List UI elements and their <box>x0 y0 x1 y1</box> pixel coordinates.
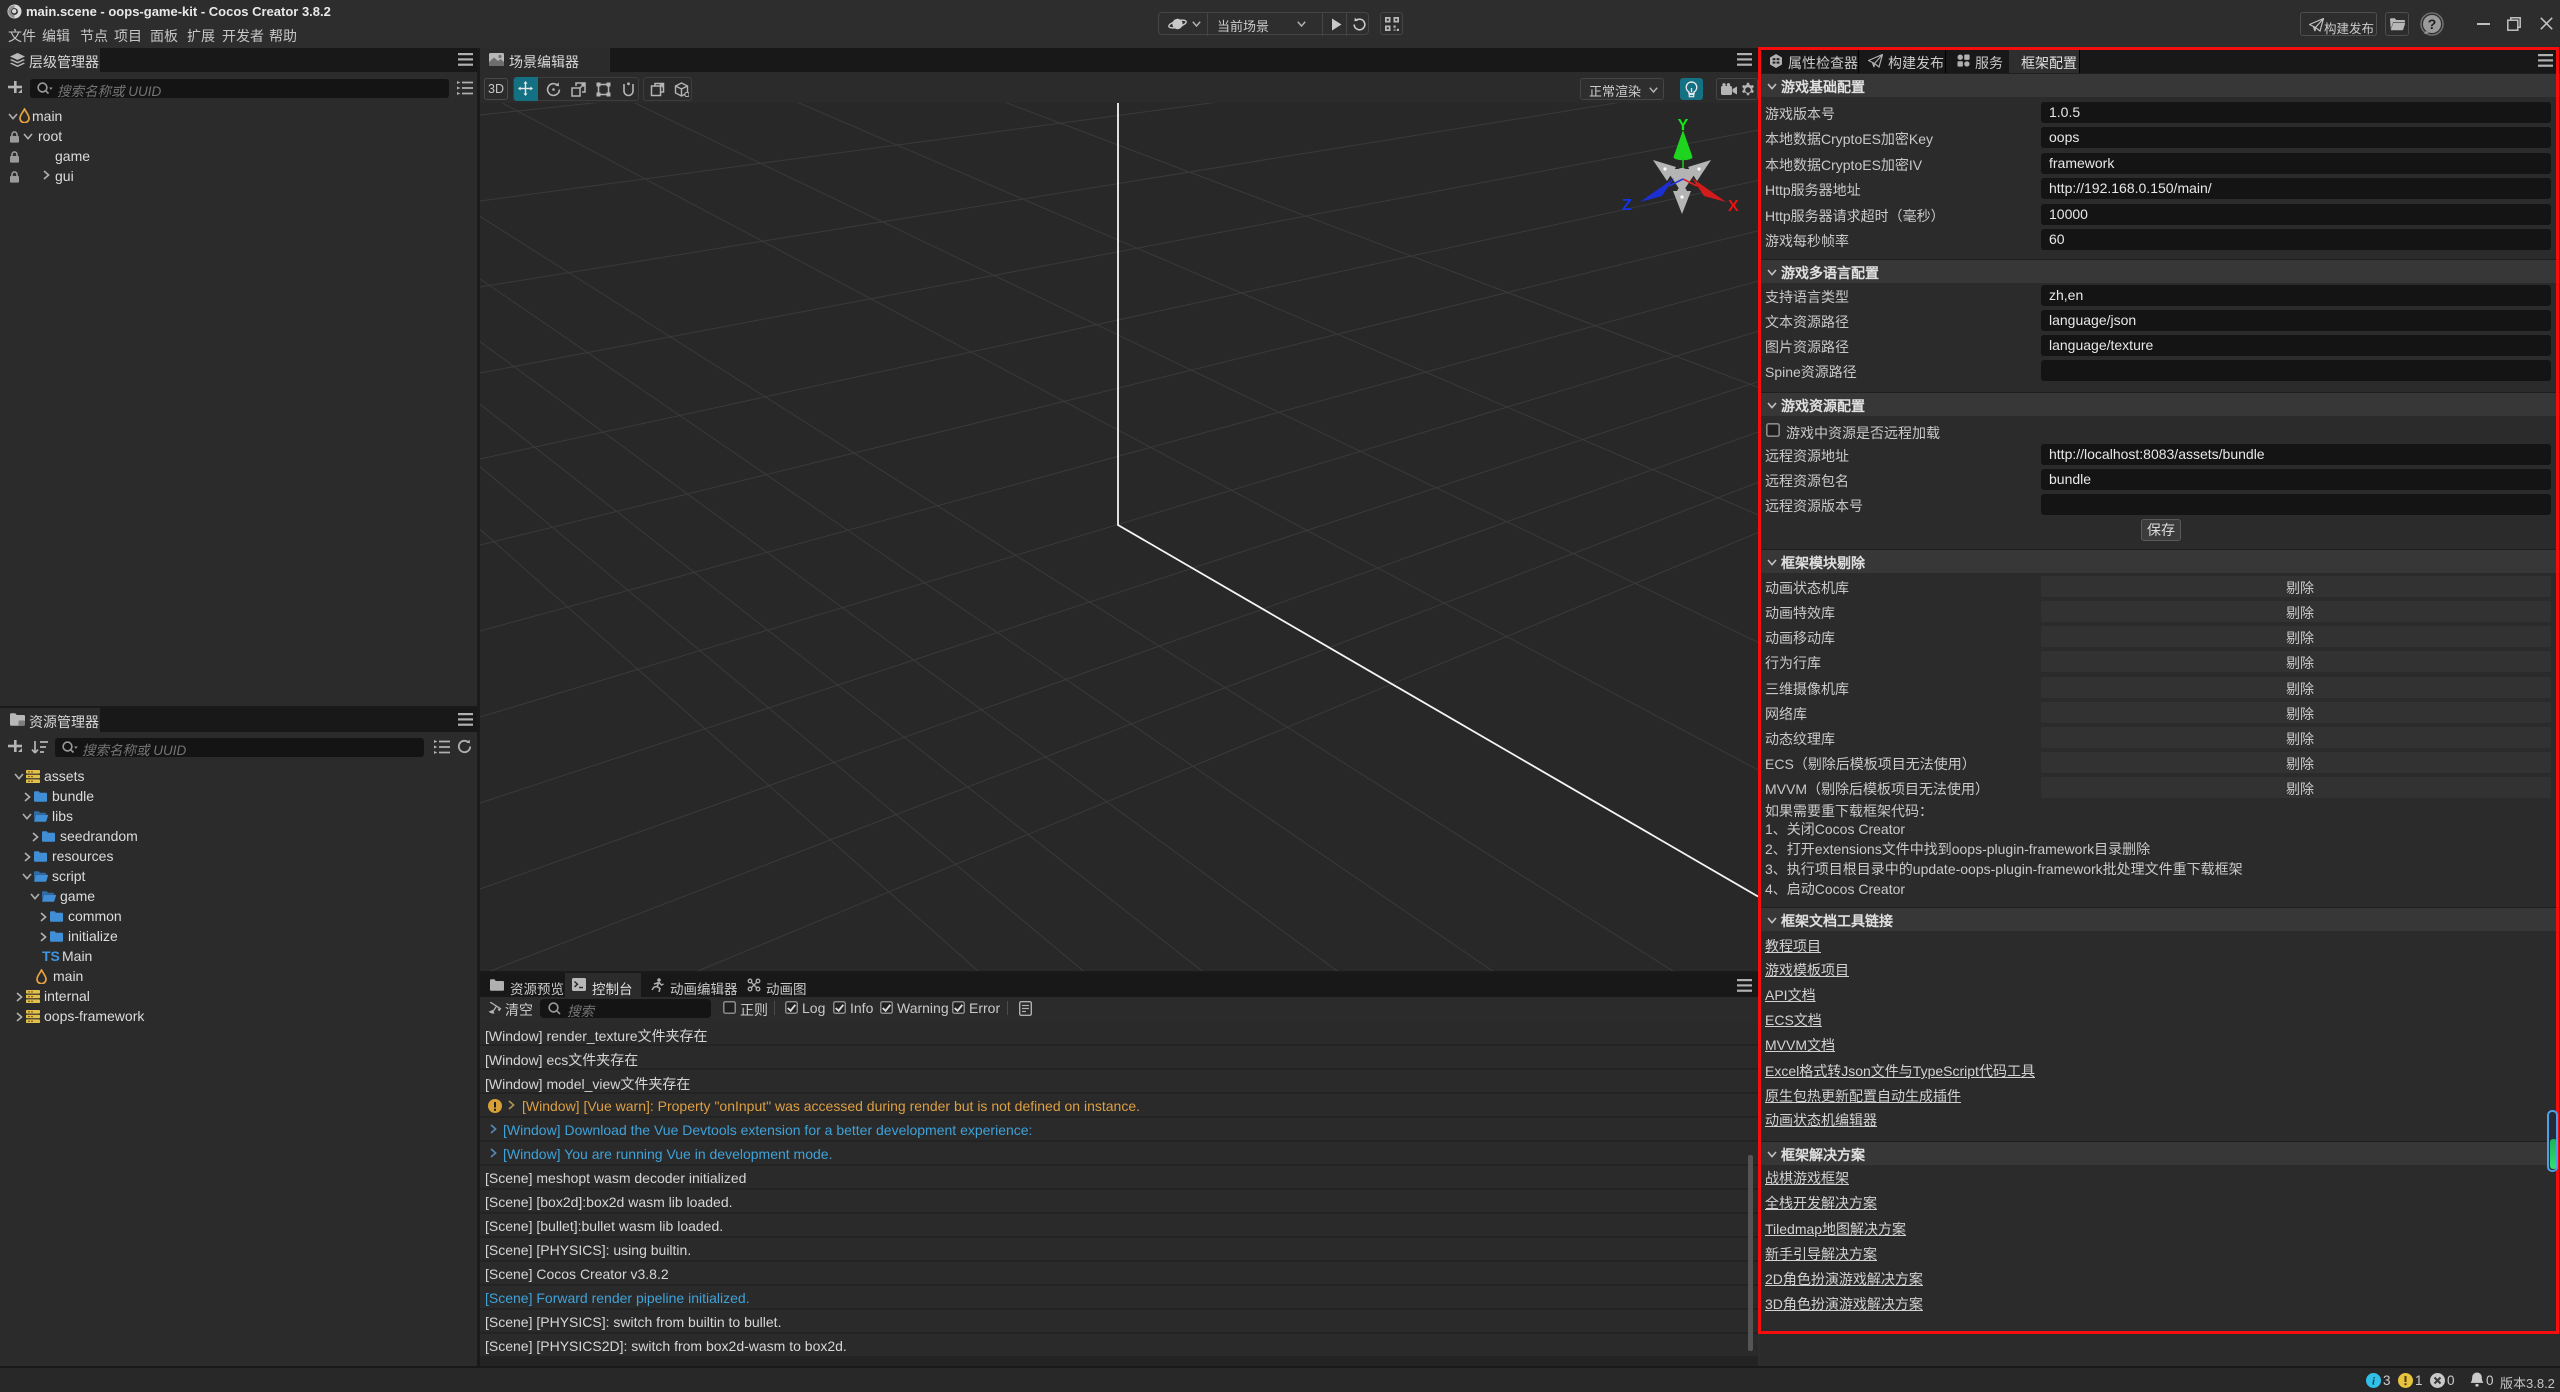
svg-text:?: ? <box>2428 16 2437 32</box>
svg-text:X: X <box>1728 198 1739 215</box>
svg-text:Y: Y <box>1678 117 1689 134</box>
svg-text:Z: Z <box>1622 197 1632 214</box>
